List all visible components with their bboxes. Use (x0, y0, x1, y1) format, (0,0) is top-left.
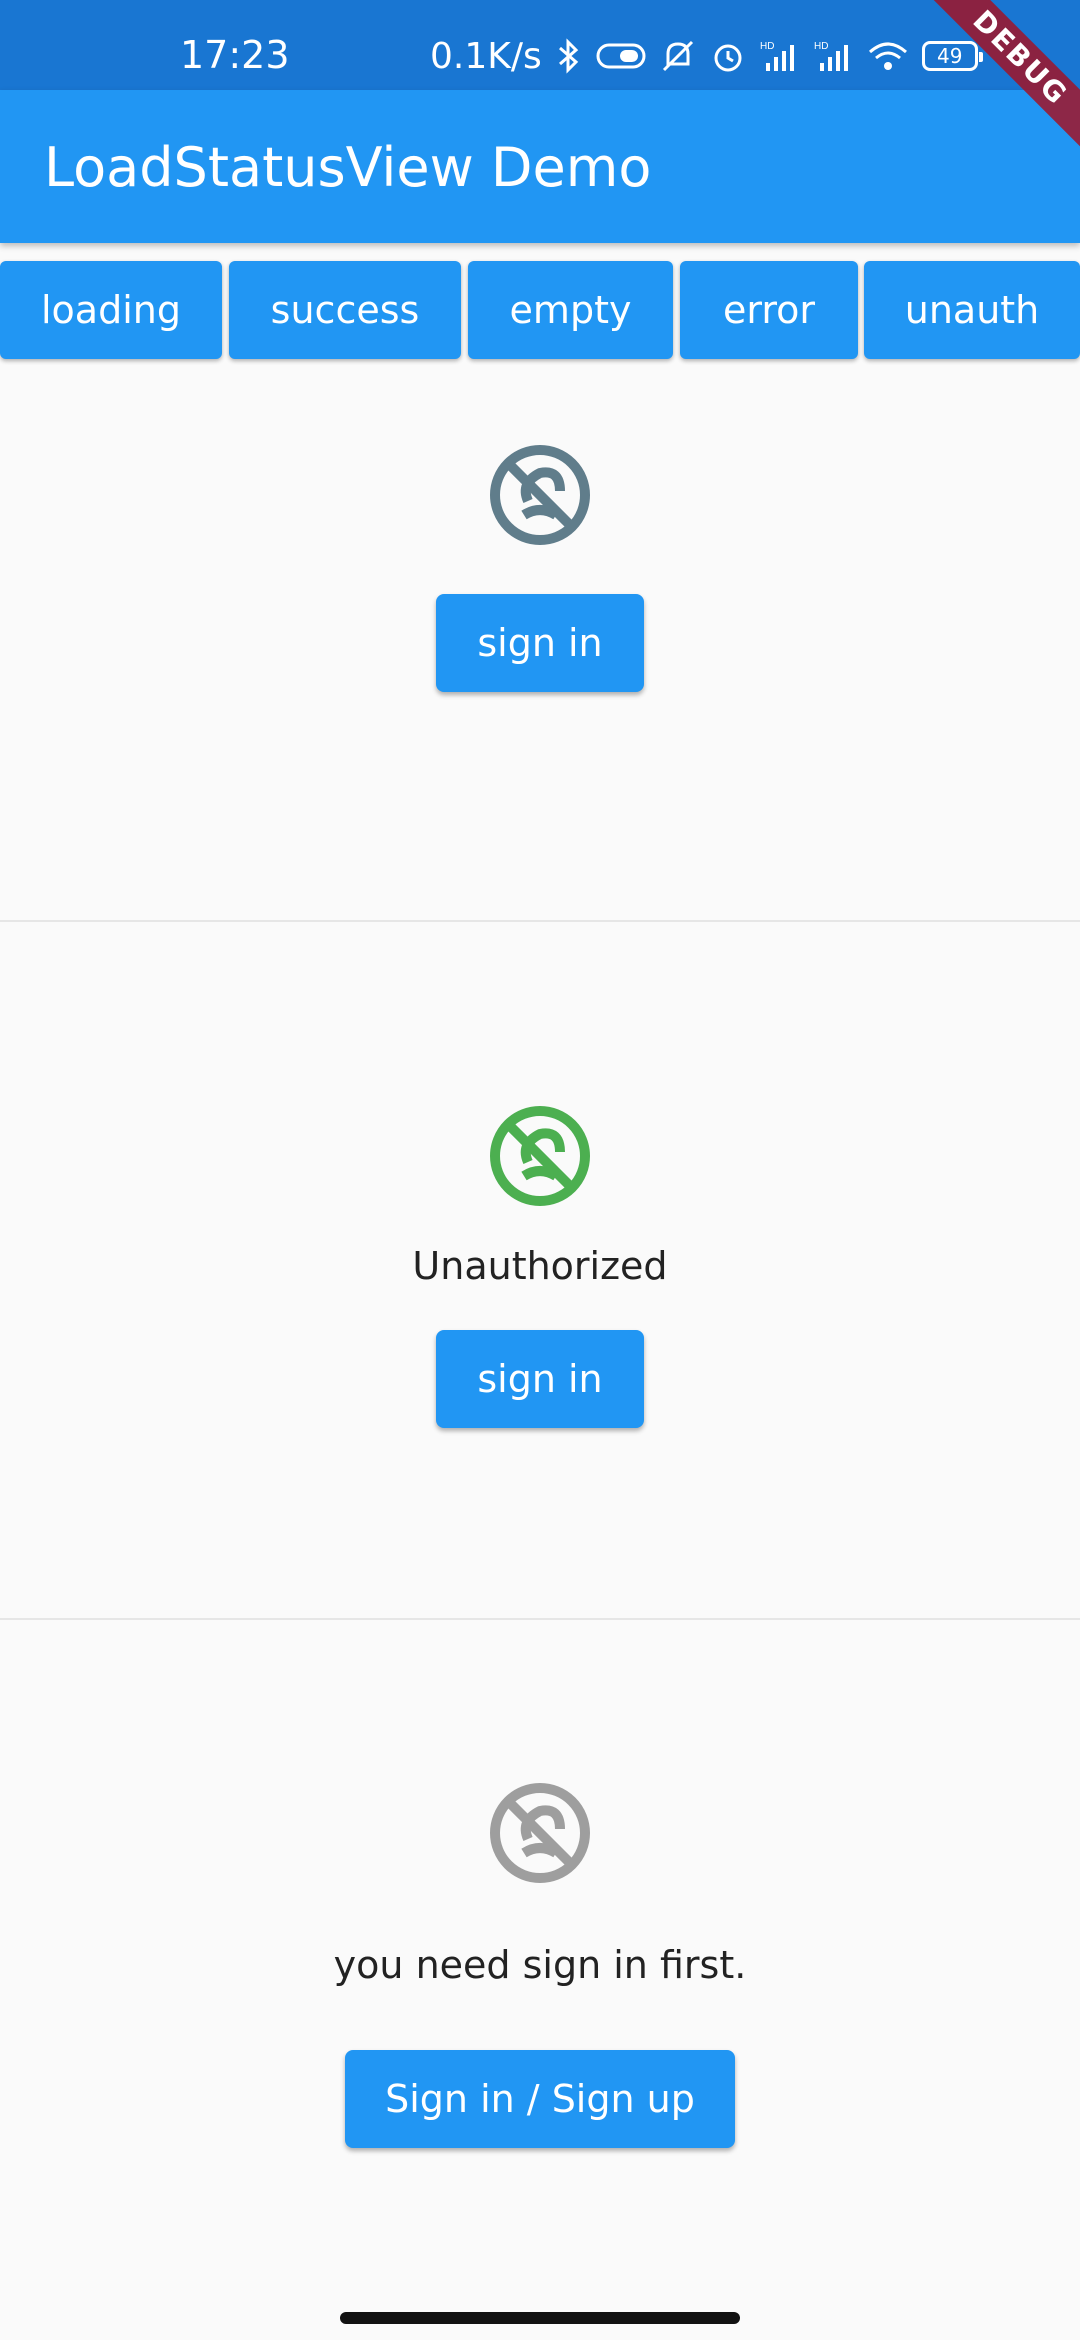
hd-signal-icon: HD (760, 39, 800, 73)
mute-icon (660, 38, 696, 74)
app-title: LoadStatusView Demo (44, 136, 652, 199)
status-time: 17:23 (180, 33, 290, 77)
status-button-row: loading success empty error unauth (0, 261, 1080, 359)
battery-icon: 49 (921, 41, 983, 71)
vpn-key-icon (596, 41, 646, 71)
divider (0, 1618, 1080, 1620)
sign-in-button[interactable]: sign in (436, 1330, 644, 1428)
svg-text:HD: HD (760, 41, 774, 52)
loading-button[interactable]: loading (0, 261, 222, 359)
success-button[interactable]: success (229, 261, 461, 359)
sign-in-button[interactable]: sign in (436, 594, 644, 692)
error-button[interactable]: error (680, 261, 858, 359)
divider (0, 920, 1080, 922)
bluetooth-icon (556, 38, 582, 74)
hd-signal-icon: HD (814, 39, 854, 73)
status-icons: 0.1K/s HD HD 49 (430, 34, 983, 78)
status-message: you need sign in first. (333, 1943, 747, 1987)
status-bar: 17:23 0.1K/s HD HD 49 (0, 0, 1080, 90)
status-message: Unauthorized (412, 1244, 668, 1288)
wifi-icon (868, 40, 908, 72)
unauth-button[interactable]: unauth (864, 261, 1080, 359)
app-bar: LoadStatusView Demo (0, 90, 1080, 243)
svg-text:HD: HD (814, 41, 828, 52)
net-speed: 0.1K/s (430, 35, 542, 77)
unauthorized-icon (488, 1104, 592, 1208)
sign-in-sign-up-button[interactable]: Sign in / Sign up (345, 2050, 735, 2148)
unauthorized-icon (488, 443, 592, 547)
alarm-icon (710, 38, 746, 74)
unauthorized-icon (488, 1781, 592, 1885)
battery-level: 49 (937, 44, 963, 68)
empty-button[interactable]: empty (468, 261, 673, 359)
home-indicator[interactable] (340, 2312, 740, 2324)
